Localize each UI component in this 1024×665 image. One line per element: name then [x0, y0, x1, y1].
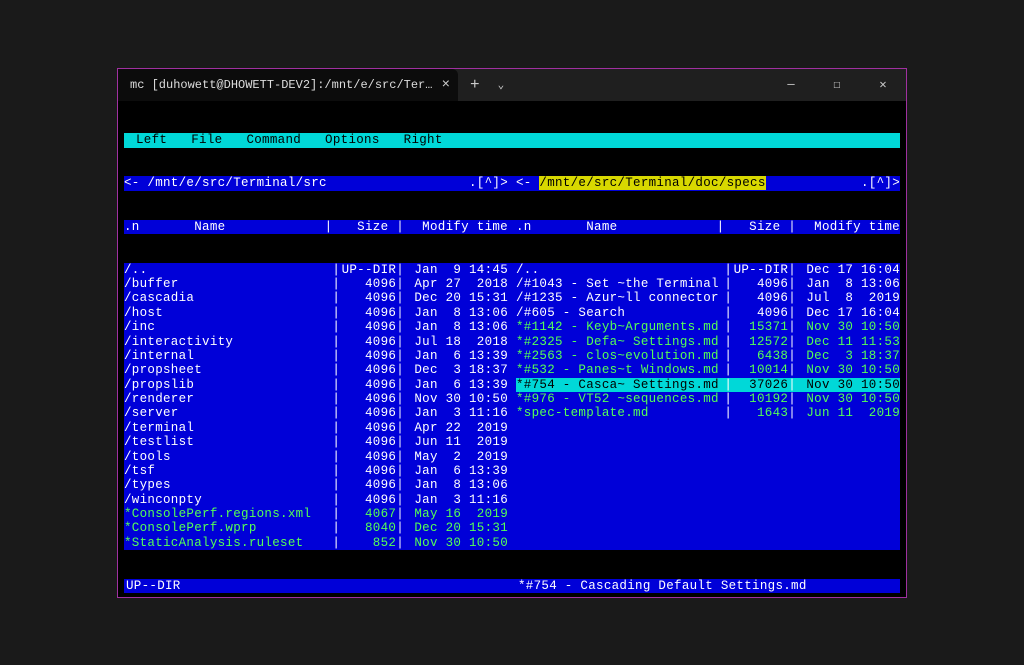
right-status: *#754 - Cascading Default Settings.md [516, 579, 900, 593]
maximize-button[interactable]: ☐ [814, 69, 860, 101]
tab-title: mc [duhowett@DHOWETT-DEV2]:/mnt/e/src/Te… [130, 78, 434, 92]
file-row[interactable] [516, 435, 900, 449]
menu-command[interactable]: Command [234, 133, 313, 147]
titlebar: mc [duhowett@DHOWETT-DEV2]:/mnt/e/src/Te… [118, 69, 906, 101]
file-row[interactable]: *StaticAnalysis.ruleset|852|Nov 30 10:50 [124, 536, 508, 550]
file-row[interactable] [516, 478, 900, 492]
file-row[interactable]: /host|4096|Jan 8 13:06 [124, 306, 508, 320]
left-header: .n Name|Size |Modify time [124, 220, 508, 234]
file-row[interactable]: /..|UP--DIR|Dec 17 16:04 [516, 263, 900, 277]
file-row[interactable]: *#2563 - clos~evolution.md|6438|Dec 3 18… [516, 349, 900, 363]
left-path: /mnt/e/src/Terminal/src [147, 176, 326, 190]
file-row[interactable]: *spec-template.md|1643|Jun 11 2019 [516, 406, 900, 420]
file-row[interactable]: *ConsolePerf.regions.xml|4067|May 16 201… [124, 507, 508, 521]
file-row[interactable]: /tools|4096|May 2 2019 [124, 450, 508, 464]
file-row[interactable]: /inc|4096|Jan 8 13:06 [124, 320, 508, 334]
file-row[interactable]: *#532 - Panes~t Windows.md|10014|Nov 30 … [516, 363, 900, 377]
right-path: /mnt/e/src/Terminal/doc/specs [539, 176, 765, 190]
file-row[interactable]: /#1043 - Set ~the Terminal|4096|Jan 8 13… [516, 277, 900, 291]
file-row[interactable]: /..|UP--DIR|Jan 9 14:45 [124, 263, 508, 277]
mc-menubar: LeftFileCommandOptionsRight [124, 133, 900, 147]
file-row[interactable]: *#754 - Casca~ Settings.md|37026|Nov 30 … [516, 378, 900, 392]
minimize-button[interactable]: ─ [768, 69, 814, 101]
menu-left[interactable]: Left [124, 133, 179, 147]
file-row[interactable]: *#976 - VT52 ~sequences.md|10192|Nov 30 … [516, 392, 900, 406]
file-row[interactable]: *#2325 - Defa~ Settings.md|12572|Dec 11 … [516, 335, 900, 349]
file-row[interactable]: /testlist|4096|Jun 11 2019 [124, 435, 508, 449]
new-tab-button[interactable]: + [458, 76, 492, 94]
file-row[interactable]: /winconpty|4096|Jan 3 11:16 [124, 493, 508, 507]
tab[interactable]: mc [duhowett@DHOWETT-DEV2]:/mnt/e/src/Te… [118, 69, 458, 101]
file-row[interactable]: /renderer|4096|Nov 30 10:50 [124, 392, 508, 406]
file-row[interactable]: /propslib|4096|Jan 6 13:39 [124, 378, 508, 392]
file-row[interactable] [516, 507, 900, 521]
right-path-bar: <- /mnt/e/src/Terminal/doc/specs.[^]> [516, 176, 900, 190]
file-row[interactable] [516, 464, 900, 478]
file-row[interactable]: /internal|4096|Jan 6 13:39 [124, 349, 508, 363]
terminal-window: mc [duhowett@DHOWETT-DEV2]:/mnt/e/src/Te… [117, 68, 907, 598]
file-row[interactable]: /cascadia|4096|Dec 20 15:31 [124, 291, 508, 305]
left-path-bar: <- /mnt/e/src/Terminal/src.[^]> [124, 176, 508, 190]
file-row[interactable] [516, 421, 900, 435]
file-row[interactable]: /tsf|4096|Jan 6 13:39 [124, 464, 508, 478]
menu-file[interactable]: File [179, 133, 234, 147]
file-row[interactable] [516, 521, 900, 535]
file-row[interactable] [516, 450, 900, 464]
file-row[interactable]: /types|4096|Jan 8 13:06 [124, 478, 508, 492]
file-row[interactable]: /propsheet|4096|Dec 3 18:37 [124, 363, 508, 377]
menu-right[interactable]: Right [392, 133, 455, 147]
right-header: .n Name|Size |Modify time [516, 220, 900, 234]
file-row[interactable]: /buffer|4096|Apr 27 2018 [124, 277, 508, 291]
file-row[interactable] [516, 536, 900, 550]
file-row[interactable] [516, 493, 900, 507]
close-button[interactable]: ✕ [860, 69, 906, 101]
tab-dropdown-icon[interactable]: ⌄ [492, 78, 511, 92]
file-row[interactable]: *#1142 - Keyb~Arguments.md|15371|Nov 30 … [516, 320, 900, 334]
file-row[interactable]: /interactivity|4096|Jul 18 2018 [124, 335, 508, 349]
file-row[interactable]: *ConsolePerf.wprp|8040|Dec 20 15:31 [124, 521, 508, 535]
file-row[interactable]: /#605 - Search|4096|Dec 17 16:04 [516, 306, 900, 320]
left-status: UP--DIR [124, 579, 508, 593]
file-row[interactable]: /server|4096|Jan 3 11:16 [124, 406, 508, 420]
terminal-content[interactable]: LeftFileCommandOptionsRight <- /mnt/e/sr… [118, 101, 906, 597]
file-row[interactable]: /terminal|4096|Apr 22 2019 [124, 421, 508, 435]
close-tab-icon[interactable]: × [442, 77, 450, 93]
file-row[interactable]: /#1235 - Azur~ll connector|4096|Jul 8 20… [516, 291, 900, 305]
menu-options[interactable]: Options [313, 133, 392, 147]
window-controls: ─ ☐ ✕ [768, 69, 906, 101]
